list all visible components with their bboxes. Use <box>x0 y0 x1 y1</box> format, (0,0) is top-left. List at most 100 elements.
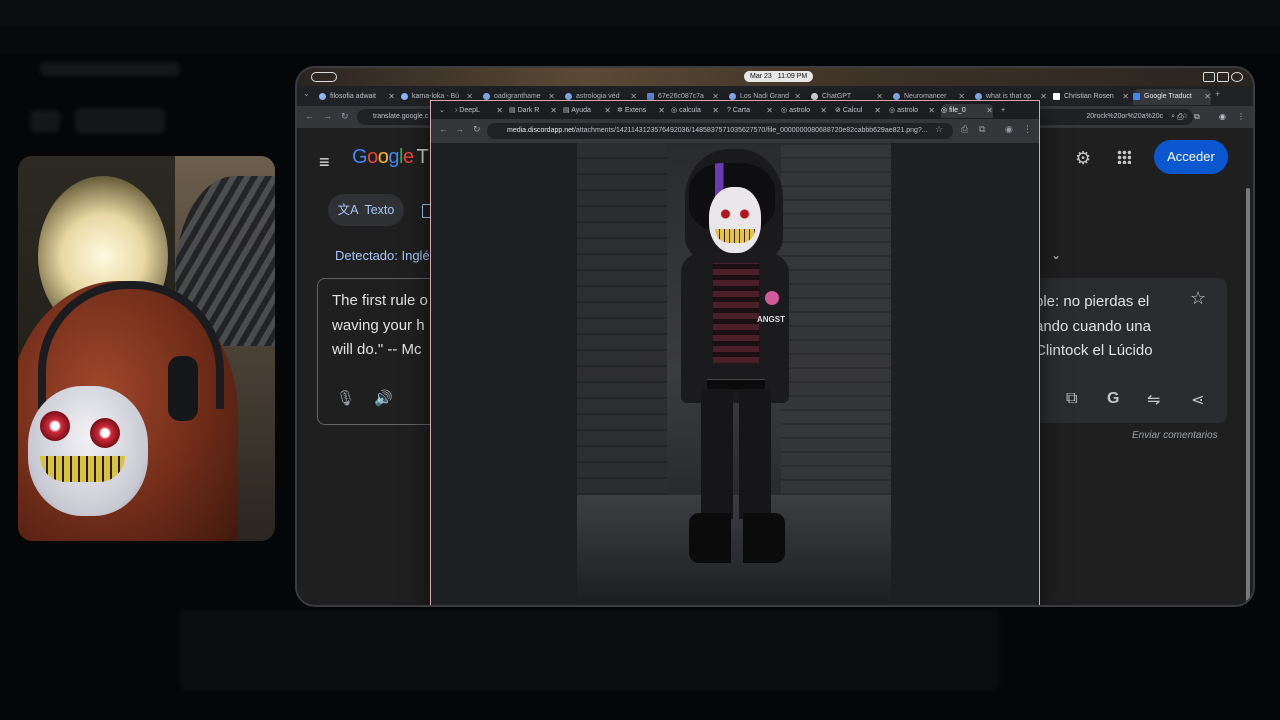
print-icon[interactable]: ⎙ <box>1177 112 1183 122</box>
close-tab-icon[interactable]: ✕ <box>712 104 719 118</box>
close-tab-icon[interactable]: ✕ <box>550 104 557 118</box>
extensions-icon[interactable]: ⧉ <box>979 124 985 135</box>
webcam-right-eye <box>90 418 120 448</box>
close-tab-icon[interactable]: ✕ <box>766 104 773 118</box>
popup-url-field[interactable]: media.discordapp.net/attachments/1421143… <box>487 123 953 139</box>
share-icon[interactable]: ⋖ <box>1191 390 1204 410</box>
clock[interactable]: Mar 23 11:09 PM <box>744 71 814 82</box>
tab-label: file_0 <box>949 107 966 114</box>
tab-label: kama-loka - Bú <box>412 93 460 100</box>
minimize-window-icon[interactable] <box>1203 72 1215 82</box>
rate-translation-icon[interactable]: ⇋ <box>1147 390 1160 410</box>
logo-letter: o <box>377 146 389 168</box>
chevron-down-icon[interactable]: ⌄ <box>1051 248 1061 262</box>
settings-gear-icon[interactable]: ⚙ <box>1075 148 1091 169</box>
tab-astrolo-1[interactable]: ◎ astrolo ✕ <box>781 104 827 118</box>
reload-icon[interactable]: ↻ <box>341 111 349 122</box>
tab-search-icon[interactable]: ⌄ <box>439 104 449 118</box>
text-mode-button[interactable]: 文A Texto <box>328 194 404 226</box>
tab-label: DeepL <box>459 107 480 114</box>
zoom-icon[interactable]: ⌕ <box>1171 109 1175 125</box>
tab-calcul[interactable]: ⊘ Calcul ✕ <box>835 104 881 118</box>
tab-deepl[interactable]: › DeepL ✕ <box>455 104 503 118</box>
tab-christian-rosen[interactable]: Christian Rosen ✕ <box>1053 89 1129 105</box>
tab-label: Los Nadi Grand <box>740 93 790 100</box>
bookmark-star-icon[interactable]: ☆ <box>935 124 943 135</box>
webcam-mouth <box>40 456 125 482</box>
tab-filosofia[interactable]: filosofia adwait ✕ <box>319 89 395 105</box>
tab-label: Google Traduct <box>1144 93 1192 100</box>
close-tab-icon[interactable]: ✕ <box>388 89 395 105</box>
reload-icon[interactable]: ↻ <box>473 124 481 135</box>
tab-file[interactable]: ◎ file_0 ✕ <box>941 104 993 118</box>
new-tab-icon[interactable]: + <box>1001 104 1011 118</box>
displayed-image[interactable]: ANGST <box>577 143 891 605</box>
send-feedback-link[interactable]: Enviar comentarios <box>1132 430 1218 441</box>
tab-label: 67e26c087c7a <box>658 93 704 100</box>
close-tab-icon[interactable]: ✕ <box>820 104 827 118</box>
google-translate-logo[interactable]: Google T <box>352 146 429 169</box>
close-tab-icon[interactable]: ✕ <box>658 104 665 118</box>
webcam-mask-face <box>28 386 148 516</box>
page-scrollbar[interactable] <box>1246 188 1250 605</box>
tab-label: Carta <box>732 107 750 114</box>
tab-carta[interactable]: ? Carta ✕ <box>727 104 773 118</box>
image-viewer-browser-window: ⌄ › DeepL ✕ ▤ Dark R ✕ ▤ Ayuda ✕ ✲ Extens ✕ … <box>431 101 1039 605</box>
favicon-icon <box>975 92 982 100</box>
image-figure-legs <box>701 389 771 519</box>
tab-ayuda[interactable]: ▤ Ayuda ✕ <box>563 104 611 118</box>
tab-label: Dark R <box>517 107 540 114</box>
image-figure-skull-patch <box>765 291 779 305</box>
speaker-icon[interactable]: 🔊 <box>374 389 393 407</box>
back-icon[interactable]: ← <box>305 111 314 121</box>
tab-extens[interactable]: ✲ Extens ✕ <box>617 104 665 118</box>
menu-icon[interactable]: ⋮ <box>1237 112 1245 121</box>
copy-icon[interactable]: ⧉ <box>1066 390 1077 408</box>
hamburger-menu-icon[interactable]: ≡ <box>319 152 330 173</box>
activities-button[interactable] <box>311 72 337 82</box>
close-tab-icon[interactable]: ✕ <box>928 104 935 118</box>
new-tab-icon[interactable]: + <box>1215 89 1220 99</box>
tab-search-icon[interactable]: ⌄ <box>303 89 310 98</box>
favicon-icon <box>319 92 326 100</box>
tab-dark-r[interactable]: ▤ Dark R ✕ <box>509 104 557 118</box>
favicon-icon <box>811 92 818 100</box>
close-tab-icon[interactable]: ✕ <box>1122 89 1129 105</box>
forward-icon[interactable]: → <box>323 111 332 121</box>
maximize-window-icon[interactable] <box>1217 72 1229 82</box>
print-icon[interactable]: ⎙ <box>961 124 968 135</box>
extensions-icon[interactable]: ⧉ <box>1194 112 1200 122</box>
tab-google-translate[interactable]: Google Traduct ✕ <box>1133 89 1211 105</box>
back-icon[interactable]: ← <box>439 124 448 134</box>
microphone-icon[interactable]: 🎙 <box>336 389 355 407</box>
source-text[interactable]: The first rule o waving your h will do."… <box>332 289 442 363</box>
forward-icon[interactable]: → <box>455 124 464 134</box>
save-translation-star-icon[interactable]: ☆ <box>1190 288 1206 309</box>
tab-astrolo-2[interactable]: ◎ astrolo ✕ <box>889 104 935 118</box>
sign-in-button[interactable]: Acceder <box>1154 140 1228 174</box>
menu-icon[interactable]: ⋮ <box>1023 124 1032 135</box>
image-figure-eyes <box>716 209 754 219</box>
close-tab-icon[interactable]: ✕ <box>874 104 881 118</box>
webcam-headset-cup <box>168 356 198 421</box>
translation-line: ple: no pierdas el <box>1035 293 1150 310</box>
background-blob <box>75 108 165 134</box>
close-tab-icon[interactable]: ✕ <box>1040 89 1047 105</box>
close-tab-icon[interactable]: ✕ <box>1204 89 1211 105</box>
background-blob <box>30 110 60 132</box>
profile-icon[interactable]: ◉ <box>1219 112 1226 121</box>
popup-tabstrip: ⌄ › DeepL ✕ ▤ Dark R ✕ ▤ Ayuda ✕ ✲ Extens ✕ … <box>431 101 1039 119</box>
google-search-icon[interactable]: G <box>1107 390 1119 408</box>
close-window-icon[interactable] <box>1231 72 1243 82</box>
tab-calcula[interactable]: ◎ calcula ✕ <box>671 104 719 118</box>
close-tab-icon[interactable]: ✕ <box>986 104 993 118</box>
text-mode-label: Texto <box>364 203 395 217</box>
background-blob <box>180 610 1000 690</box>
profile-icon[interactable]: ◉ <box>1005 124 1013 135</box>
detected-language-tab[interactable]: Detectado: Inglé <box>335 248 430 263</box>
favicon-icon <box>893 92 900 100</box>
close-tab-icon[interactable]: ✕ <box>604 104 611 118</box>
close-tab-icon[interactable]: ✕ <box>496 104 503 118</box>
google-apps-icon[interactable] <box>1117 150 1131 164</box>
tab-label: calcula <box>679 107 701 114</box>
